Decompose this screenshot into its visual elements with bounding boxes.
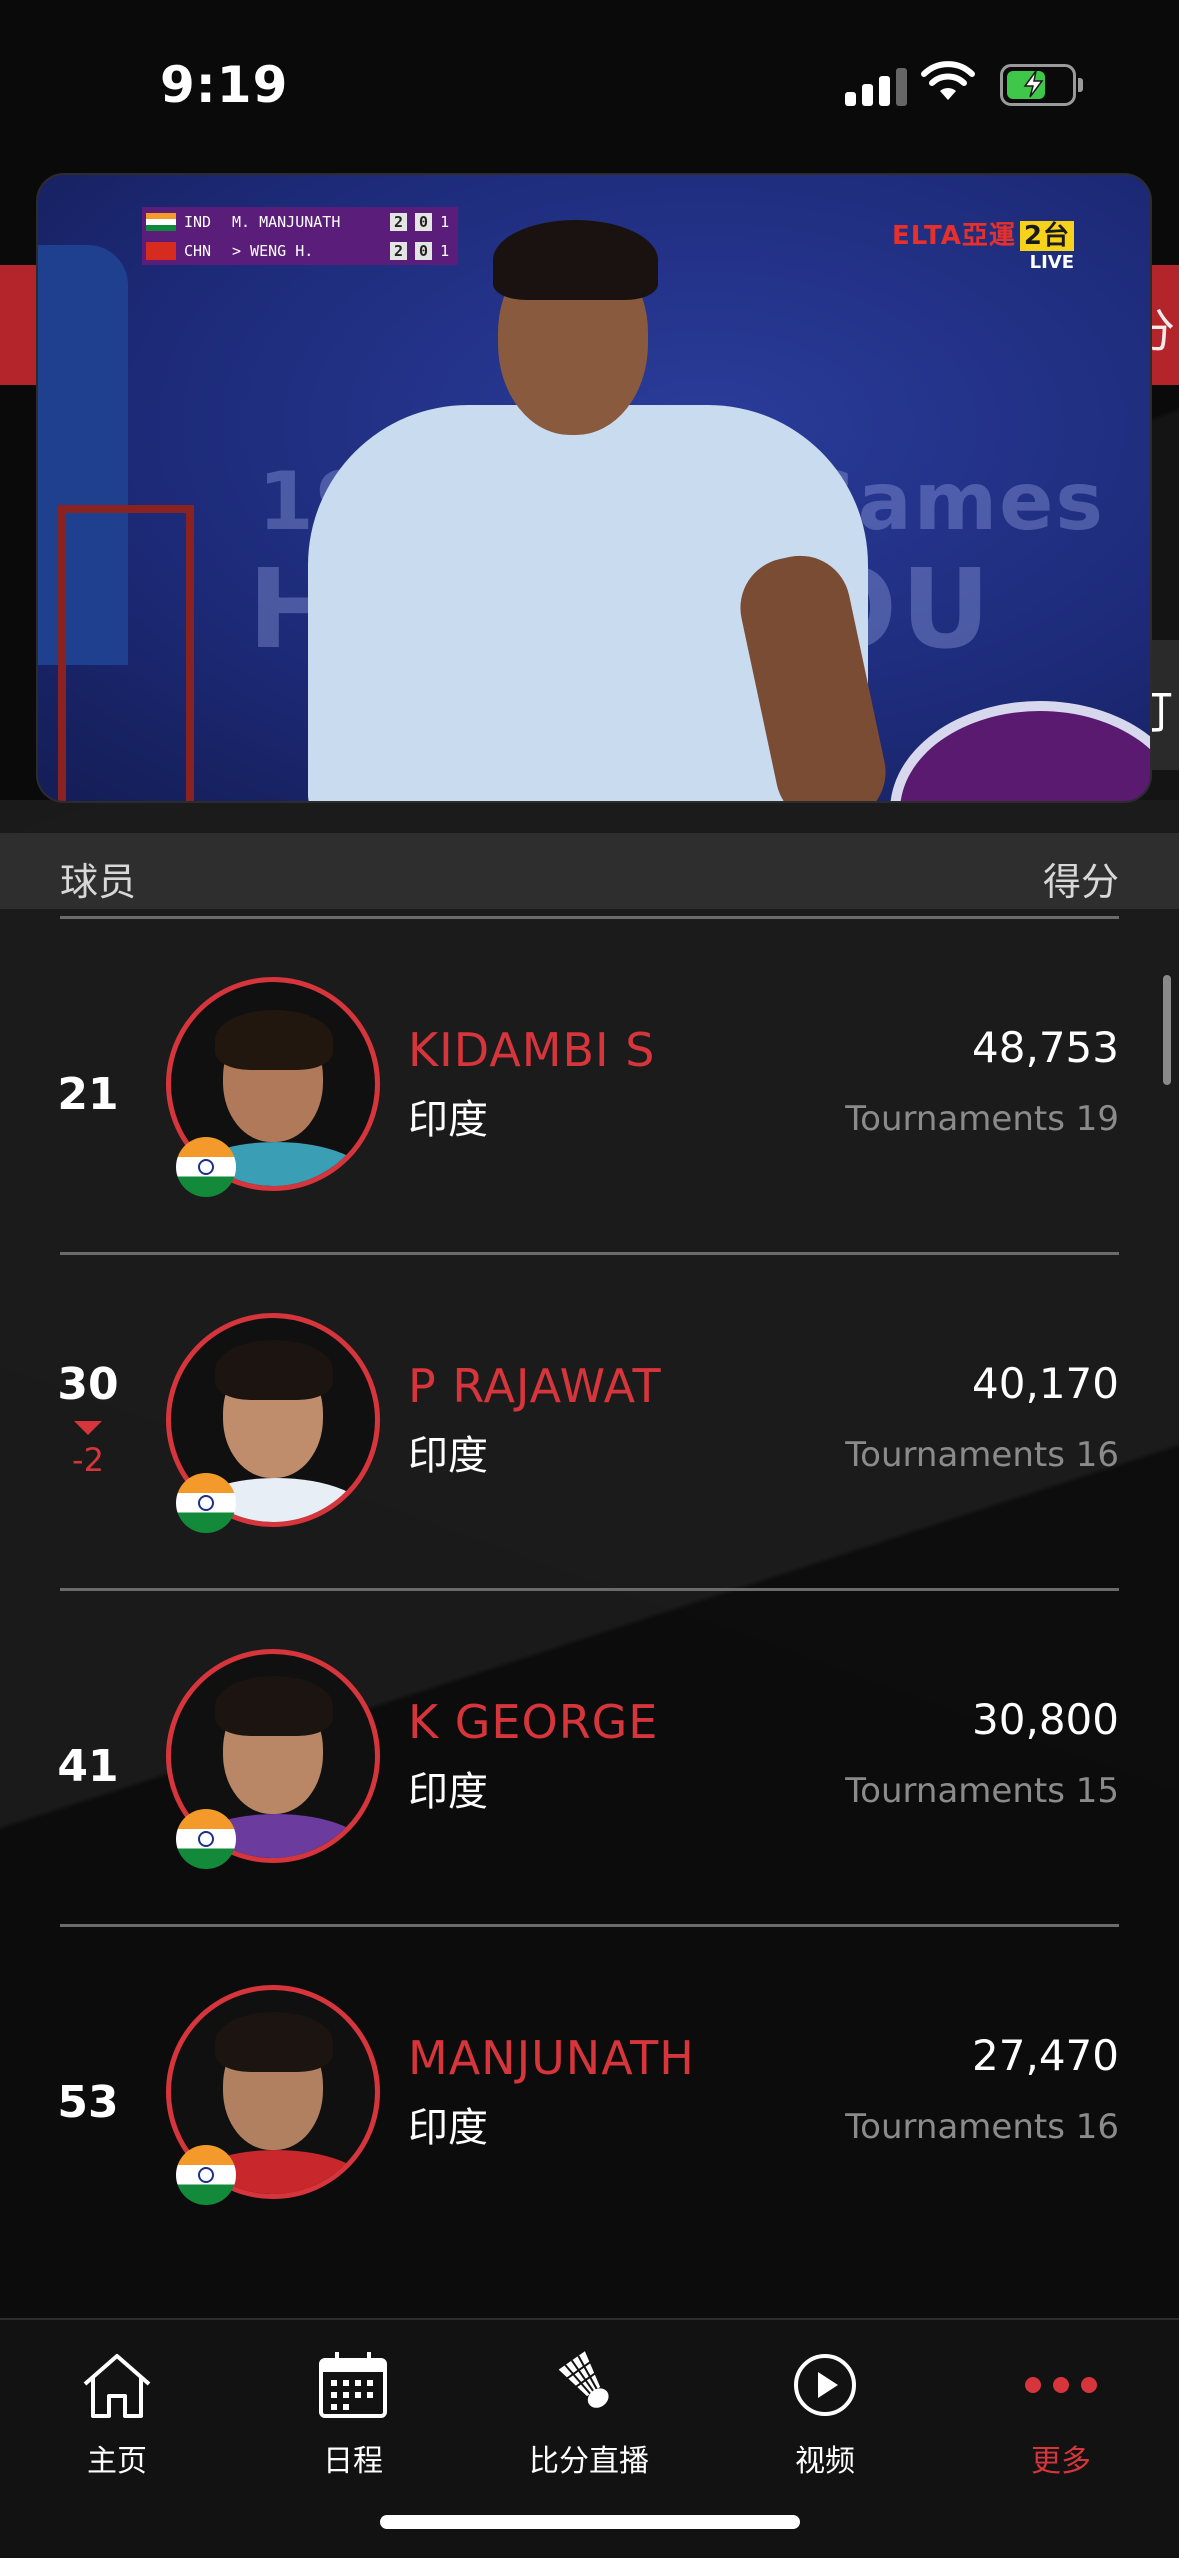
score-game-2: 0 — [415, 241, 433, 260]
player-name[interactable]: P RAJAWAT — [408, 1359, 662, 1413]
rank-number: 53 — [57, 2077, 119, 2128]
player-country: 印度 — [408, 1769, 488, 1815]
tab-label: 更多 — [1031, 2444, 1091, 2479]
tab-label: 比分直播 — [529, 2444, 649, 2479]
player-row[interactable]: 53 MANJUNATH 印度 27,470 Tournaments 16 — [0, 1927, 1179, 2263]
player-points: 27,470 — [972, 2031, 1119, 2080]
player-tournaments: Tournaments 16 — [845, 2107, 1119, 2147]
player-country: 印度 — [408, 1433, 488, 1479]
india-flag-icon — [176, 2145, 236, 2205]
player-points: 40,170 — [972, 1359, 1119, 1408]
score-row-chn: CHN > WENG H. 2 0 1 — [142, 236, 458, 265]
scrollbar[interactable] — [1163, 975, 1171, 1085]
player-tournaments: Tournaments 15 — [845, 1771, 1119, 1811]
score-game-1: 2 — [390, 241, 408, 260]
tab-schedule[interactable]: 日程 — [253, 2340, 453, 2480]
player-row[interactable]: 30 -2 P RAJAWAT 印度 40,170 Tournaments 16 — [0, 1255, 1179, 1591]
column-score: 得分 — [1042, 860, 1119, 904]
player-row[interactable]: 21 KIDAMBI S 印度 48,753 Tournaments 19 — [0, 919, 1179, 1255]
status-bar: 9:19 — [0, 0, 1179, 170]
broadcaster-name: ELTA — [892, 221, 962, 251]
score-player-name: M. MANJUNATH — [232, 212, 341, 231]
live-label: LIVE — [1029, 252, 1074, 273]
shuttlecock-icon — [489, 2340, 689, 2430]
battery-icon — [1000, 64, 1083, 106]
player-points: 48,753 — [972, 1023, 1119, 1072]
rank-change: -2 — [40, 1421, 136, 1479]
india-flag-icon — [176, 1473, 236, 1533]
player-country: 印度 — [408, 2105, 488, 2151]
india-flag-icon — [176, 1137, 236, 1197]
side-tab-left[interactable] — [0, 265, 40, 385]
player-row[interactable]: 41 K GEORGE 印度 30,800 Tournaments 15 — [0, 1591, 1179, 1927]
cellular-signal-icon — [845, 66, 907, 106]
home-indicator[interactable] — [380, 2515, 800, 2529]
player-points: 30,800 — [972, 1695, 1119, 1744]
tab-live-scores[interactable]: 比分直播 — [489, 2340, 689, 2480]
score-country: CHN — [184, 241, 212, 260]
score-current: 1 — [440, 241, 450, 260]
player-country: 印度 — [408, 1097, 488, 1143]
rank-change-value: -2 — [72, 1441, 104, 1479]
ranking-list[interactable]: 21 KIDAMBI S 印度 48,753 Tournaments 19 30… — [0, 919, 1179, 2263]
score-game-2: 0 — [415, 212, 433, 231]
player-tournaments: Tournaments 16 — [845, 1435, 1119, 1475]
calendar-icon — [253, 2340, 453, 2430]
broadcaster-logo: ELTA亞運 2台 LIVE — [892, 215, 1074, 273]
player-tournaments: Tournaments 19 — [845, 1099, 1119, 1139]
wifi-icon — [921, 61, 975, 100]
channel-badge: 2台 — [1019, 221, 1074, 251]
india-flag-icon — [176, 1809, 236, 1869]
rank-down-icon — [74, 1421, 102, 1435]
india-flag-icon — [146, 212, 176, 231]
player-name[interactable]: K GEORGE — [408, 1695, 658, 1749]
play-icon — [725, 2340, 925, 2430]
score-country: IND — [184, 212, 212, 231]
ranking-table-header: 球员 得分 — [0, 833, 1179, 909]
broadcaster-cn: 亞運 — [961, 221, 1016, 251]
home-icon — [17, 2340, 217, 2430]
score-current: 1 — [440, 212, 450, 231]
status-time: 9:19 — [160, 56, 289, 114]
rank-number: 41 — [57, 1741, 119, 1792]
tab-more[interactable]: 更多 — [961, 2340, 1161, 2480]
tab-video[interactable]: 视频 — [725, 2340, 925, 2480]
score-row-ind: IND M. MANJUNATH 2 0 1 — [142, 207, 458, 236]
rank-number: 30 — [57, 1359, 119, 1410]
more-dots-icon — [961, 2340, 1161, 2430]
score-game-1: 2 — [390, 212, 408, 231]
player-name[interactable]: MANJUNATH — [408, 2031, 695, 2085]
tab-label: 视频 — [795, 2444, 855, 2479]
rank-number: 21 — [57, 1069, 119, 1120]
live-video-player[interactable]: 19th Asian Games HANGZHOU IND M. MANJUNA… — [36, 173, 1152, 803]
match-scoreboard: IND M. MANJUNATH 2 0 1 CHN > WENG H. 2 0… — [142, 207, 458, 265]
tab-label: 日程 — [323, 2444, 383, 2479]
player-name[interactable]: KIDAMBI S — [408, 1023, 655, 1077]
column-player: 球员 — [60, 860, 137, 904]
tab-home[interactable]: 主页 — [17, 2340, 217, 2480]
tab-label: 主页 — [87, 2444, 147, 2479]
score-player-name: > WENG H. — [232, 241, 314, 260]
umpire-chair — [58, 505, 194, 801]
player-hair — [493, 220, 658, 300]
china-flag-icon — [146, 241, 176, 260]
